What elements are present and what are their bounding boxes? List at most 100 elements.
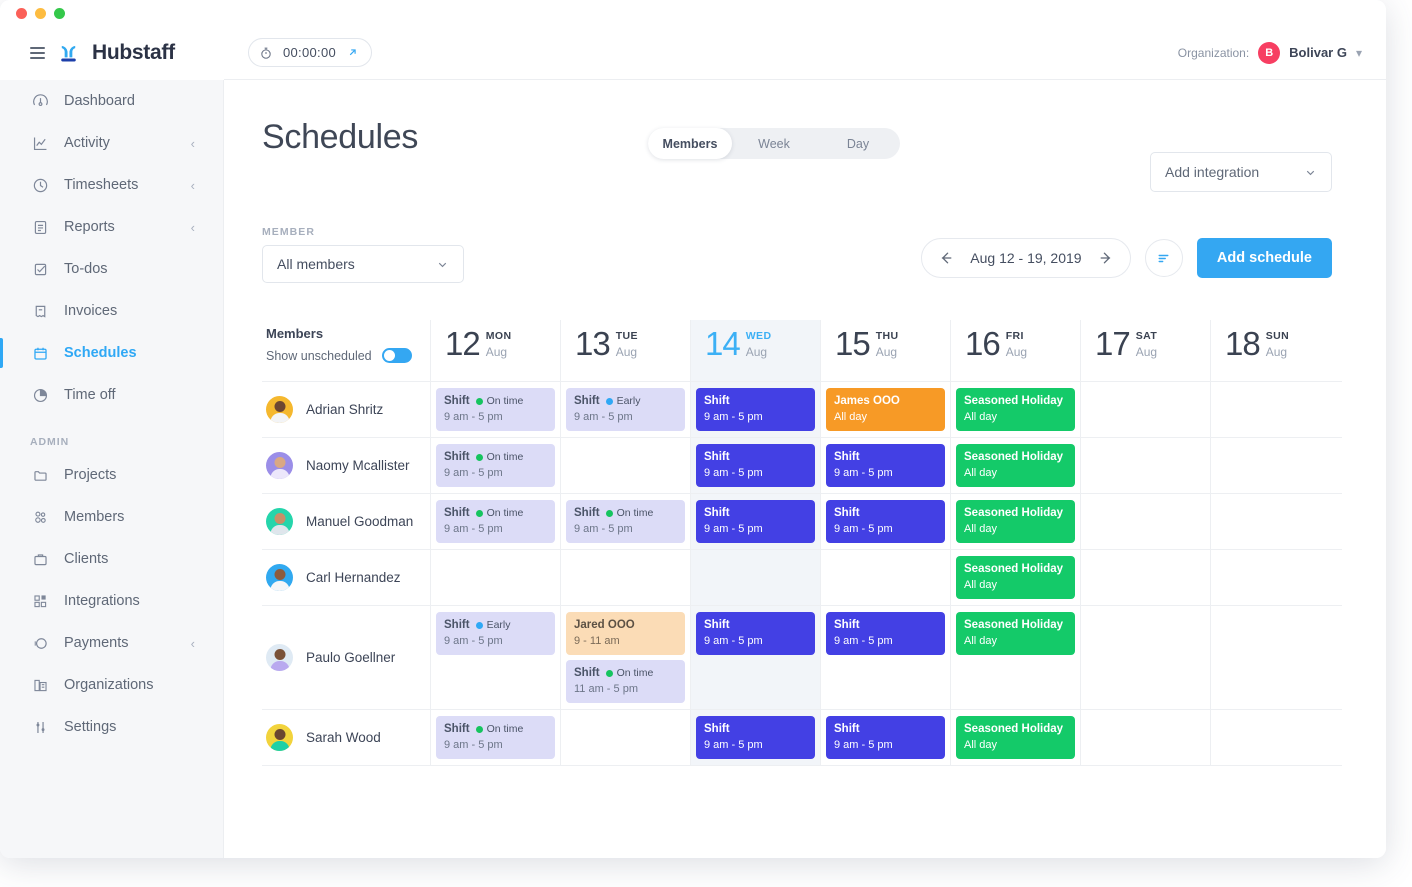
sidebar-item-settings[interactable]: Settings (0, 706, 223, 748)
schedule-event[interactable]: Seasoned Holiday All day (956, 388, 1075, 431)
schedule-event[interactable]: Shift On time 9 am - 5 pm (436, 444, 555, 487)
sidebar-item-organizations[interactable]: Organizations (0, 664, 223, 706)
schedule-event[interactable]: Seasoned Holiday All day (956, 556, 1075, 599)
schedule-event[interactable]: Jared OOO 9 - 11 am (566, 612, 685, 655)
schedule-event[interactable]: Shift 9 am - 5 pm (696, 444, 815, 487)
date-range-picker[interactable]: Aug 12 - 19, 2019 (920, 238, 1131, 278)
schedule-cell[interactable]: Shift On time 9 am - 5 pm (560, 494, 690, 549)
schedule-cell[interactable]: Seasoned Holiday All day (950, 710, 1080, 765)
schedule-cell[interactable]: Seasoned Holiday All day (950, 382, 1080, 437)
schedule-cell[interactable]: Shift On time 9 am - 5 pm (430, 494, 560, 549)
schedule-cell[interactable] (1080, 382, 1210, 437)
hamburger-icon[interactable] (30, 47, 45, 59)
member-cell[interactable]: Manuel Goodman (262, 494, 430, 549)
schedule-cell[interactable]: Shift 9 am - 5 pm (690, 438, 820, 493)
timer-widget[interactable]: 00:00:00 (248, 38, 373, 67)
member-cell[interactable]: Sarah Wood (262, 710, 430, 765)
show-unscheduled-toggle[interactable] (381, 348, 412, 363)
schedule-event[interactable]: Shift 9 am - 5 pm (696, 388, 815, 431)
schedule-event[interactable]: James OOO All day (826, 388, 945, 431)
schedule-cell[interactable] (1080, 550, 1210, 605)
schedule-cell[interactable]: Shift 9 am - 5 pm (820, 710, 950, 765)
sidebar-item-reports[interactable]: Reports ‹ (0, 206, 223, 248)
calendar-day-header-wed[interactable]: 14 WED Aug (690, 320, 820, 381)
window-minimize-button[interactable] (35, 7, 46, 19)
schedule-cell[interactable] (1210, 494, 1340, 549)
schedule-cell[interactable]: Shift On time 9 am - 5 pm (430, 382, 560, 437)
member-cell[interactable]: Adrian Shritz (262, 382, 430, 437)
window-maximize-button[interactable] (54, 7, 65, 19)
sidebar-item-dashboard[interactable]: Dashboard (0, 80, 223, 122)
chevron-left-icon[interactable]: ‹ (191, 178, 195, 193)
sidebar-item-projects[interactable]: Projects (0, 454, 223, 496)
schedule-event[interactable]: Seasoned Holiday All day (956, 716, 1075, 759)
calendar-day-header-mon[interactable]: 12 MON Aug (430, 320, 560, 381)
schedule-cell[interactable]: Shift Early 9 am - 5 pm (430, 606, 560, 709)
schedule-event[interactable]: Seasoned Holiday All day (956, 612, 1075, 655)
schedule-cell[interactable] (560, 438, 690, 493)
window-close-button[interactable] (16, 7, 27, 19)
schedule-cell[interactable] (1080, 494, 1210, 549)
schedule-event[interactable]: Shift On time 9 am - 5 pm (566, 500, 685, 543)
sidebar-item-clients[interactable]: Clients (0, 538, 223, 580)
schedule-cell[interactable]: Shift 9 am - 5 pm (820, 438, 950, 493)
sidebar-item-members[interactable]: Members (0, 496, 223, 538)
chevron-left-icon[interactable]: ‹ (191, 636, 195, 651)
schedule-cell[interactable]: Shift 9 am - 5 pm (690, 710, 820, 765)
schedule-cell[interactable]: Seasoned Holiday All day (950, 494, 1080, 549)
sidebar-item-todos[interactable]: To-dos (0, 248, 223, 290)
schedule-cell[interactable]: James OOO All day (820, 382, 950, 437)
schedule-cell[interactable]: Shift 9 am - 5 pm (690, 382, 820, 437)
schedule-cell[interactable] (1080, 606, 1210, 709)
schedule-cell[interactable] (820, 550, 950, 605)
add-integration-dropdown[interactable]: Add integration (1150, 152, 1332, 192)
schedule-cell[interactable]: Seasoned Holiday All day (950, 550, 1080, 605)
schedule-event[interactable]: Shift On time 11 am - 5 pm (566, 660, 685, 703)
schedule-cell[interactable] (430, 550, 560, 605)
sidebar-item-time-off[interactable]: Time off (0, 374, 223, 416)
sidebar-item-activity[interactable]: Activity ‹ (0, 122, 223, 164)
member-filter-select[interactable]: All members (262, 245, 464, 283)
schedule-cell[interactable] (1210, 438, 1340, 493)
schedule-cell[interactable]: Jared OOO 9 - 11 am Shift On time 11 am - 5 … (560, 606, 690, 709)
member-cell[interactable]: Carl Hernandez (262, 550, 430, 605)
calendar-day-header-fri[interactable]: 16 FRI Aug (950, 320, 1080, 381)
sidebar-item-timesheets[interactable]: Timesheets ‹ (0, 164, 223, 206)
schedule-event[interactable]: Shift Early 9 am - 5 pm (566, 388, 685, 431)
schedule-cell[interactable]: Seasoned Holiday All day (950, 438, 1080, 493)
schedule-cell[interactable]: Shift 9 am - 5 pm (690, 606, 820, 709)
schedule-cell[interactable] (560, 550, 690, 605)
schedule-cell[interactable] (1210, 550, 1340, 605)
add-schedule-button[interactable]: Add schedule (1196, 238, 1332, 278)
schedule-event[interactable]: Shift 9 am - 5 pm (826, 500, 945, 543)
arrow-left-icon[interactable] (938, 250, 954, 266)
schedule-cell[interactable]: Seasoned Holiday All day (950, 606, 1080, 709)
calendar-day-header-sat[interactable]: 17 SAT Aug (1080, 320, 1210, 381)
arrow-right-icon[interactable] (1098, 250, 1114, 266)
calendar-day-header-tue[interactable]: 13 TUE Aug (560, 320, 690, 381)
schedule-cell[interactable] (1210, 382, 1340, 437)
chevron-down-icon[interactable]: ▾ (1356, 46, 1362, 60)
schedule-event[interactable]: Shift On time 9 am - 5 pm (436, 716, 555, 759)
schedule-cell[interactable]: Shift On time 9 am - 5 pm (430, 710, 560, 765)
schedule-event[interactable]: Shift 9 am - 5 pm (696, 716, 815, 759)
tab-day[interactable]: Day (816, 128, 900, 159)
schedule-cell[interactable] (560, 710, 690, 765)
calendar-day-header-sun[interactable]: 18 SUN Aug (1210, 320, 1340, 381)
sidebar-item-schedules[interactable]: Schedules (0, 332, 223, 374)
external-link-icon[interactable] (346, 46, 359, 59)
schedule-cell[interactable]: Shift Early 9 am - 5 pm (560, 382, 690, 437)
schedule-cell[interactable] (690, 550, 820, 605)
schedule-cell[interactable] (1080, 710, 1210, 765)
schedule-cell[interactable]: Shift On time 9 am - 5 pm (430, 438, 560, 493)
chevron-left-icon[interactable]: ‹ (191, 136, 195, 151)
schedule-cell[interactable]: Shift 9 am - 5 pm (820, 494, 950, 549)
schedule-event[interactable]: Shift 9 am - 5 pm (826, 444, 945, 487)
filter-button[interactable] (1144, 239, 1183, 277)
sidebar-item-integrations[interactable]: Integrations (0, 580, 223, 622)
schedule-event[interactable]: Shift On time 9 am - 5 pm (436, 500, 555, 543)
schedule-cell[interactable] (1210, 710, 1340, 765)
tab-week[interactable]: Week (732, 128, 816, 159)
schedule-cell[interactable]: Shift 9 am - 5 pm (690, 494, 820, 549)
schedule-event[interactable]: Seasoned Holiday All day (956, 500, 1075, 543)
